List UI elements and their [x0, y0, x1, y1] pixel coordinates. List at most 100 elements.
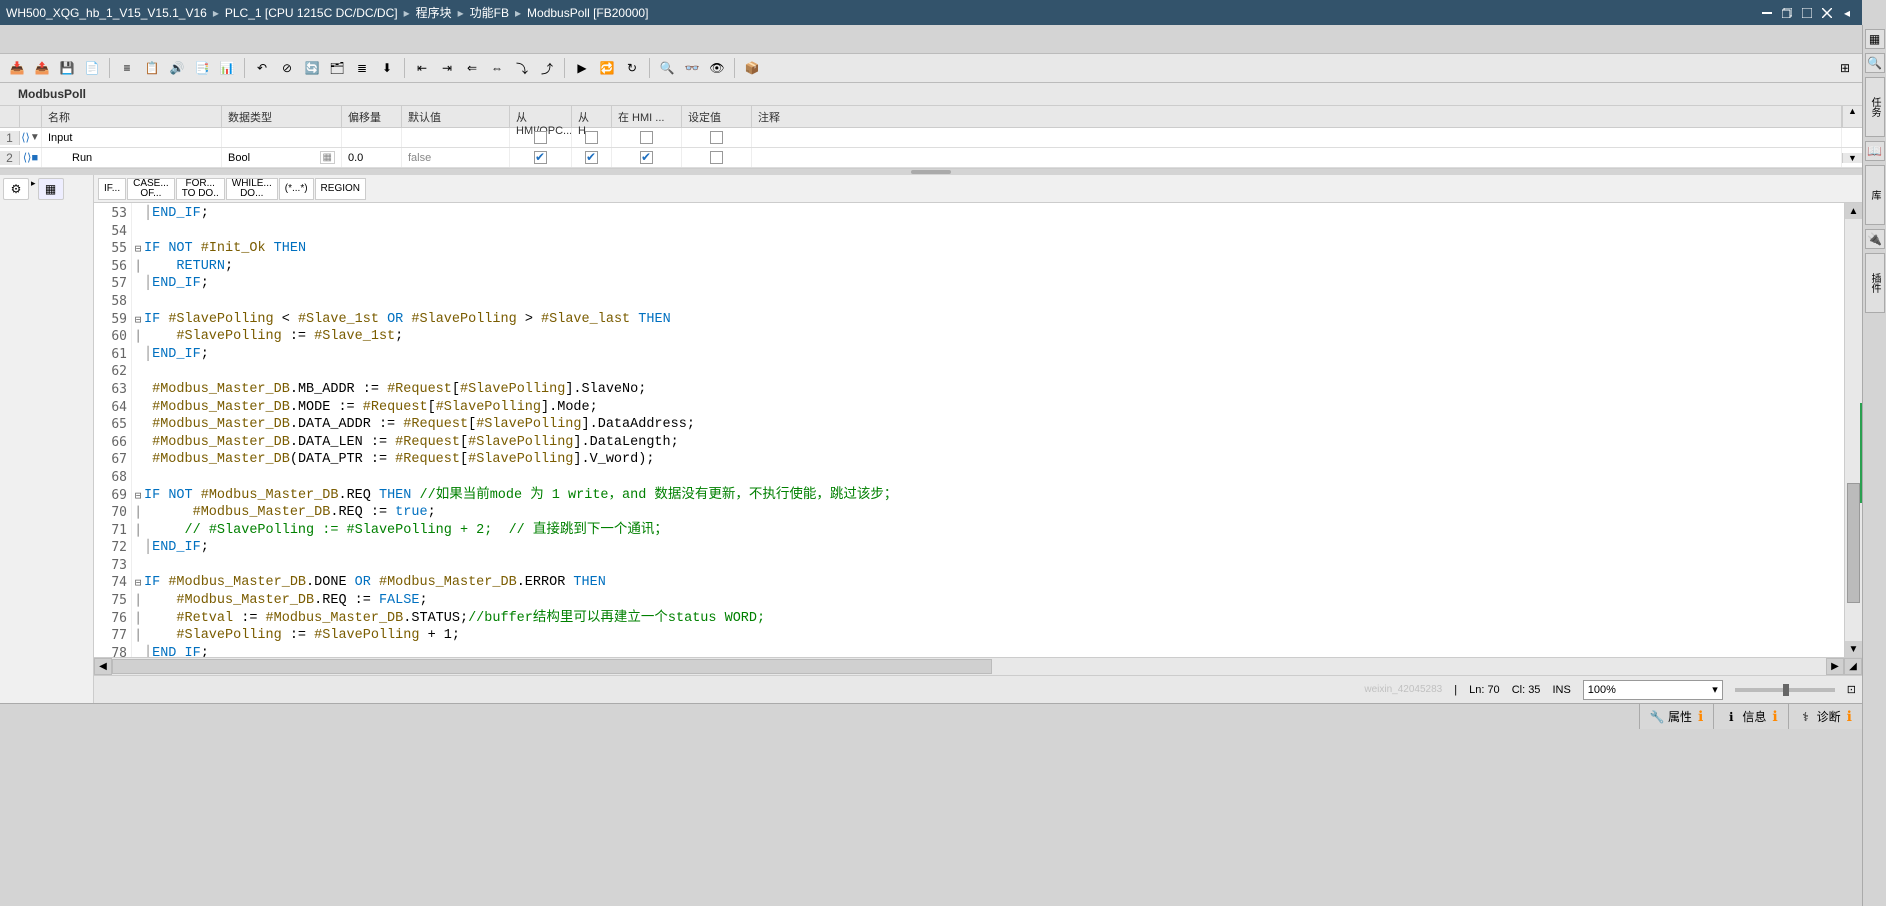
checkbox[interactable] [640, 151, 653, 164]
toolbar-btn-23[interactable]: 🔁 [596, 57, 618, 79]
keyword-snippet-button[interactable]: CASE...OF... [127, 178, 175, 200]
rail-book-icon[interactable]: 📖 [1865, 141, 1885, 161]
toolbar-btn-11[interactable]: ⊘ [276, 57, 298, 79]
toolbar-btn-25[interactable]: 🔍 [656, 57, 678, 79]
restore-button[interactable] [1778, 5, 1796, 21]
close-button[interactable] [1818, 5, 1836, 21]
col-offset[interactable]: 偏移量 [342, 106, 402, 127]
cell-name[interactable]: Input [42, 128, 222, 147]
keyword-snippet-button[interactable]: REGION [315, 178, 366, 200]
bottom-tab[interactable]: 🔧属性ℹ [1639, 704, 1713, 729]
keyword-snippet-button[interactable]: WHILE...DO... [226, 178, 278, 200]
rail-addins[interactable]: 插件 [1865, 253, 1885, 313]
toolbar-btn-14[interactable]: ≣ [351, 57, 373, 79]
checkbox[interactable] [585, 151, 598, 164]
rail-libraries[interactable]: 库 [1865, 165, 1885, 225]
toolbar-btn-pane[interactable]: ⊞ [1834, 57, 1856, 79]
toolbar-btn-27[interactable]: 👁 [706, 57, 728, 79]
toolbar-btn-18[interactable]: ⇐ [461, 57, 483, 79]
scroll-up-icon[interactable]: ▲ [1848, 106, 1857, 116]
col-comment[interactable]: 注释 [752, 106, 1842, 127]
toolbar-btn-26[interactable]: 👓 [681, 57, 703, 79]
horizontal-scrollbar[interactable]: ◀ ▶ ◢ [94, 657, 1862, 675]
toolbar-btn-9[interactable]: 📊 [216, 57, 238, 79]
toolbar-btn-15[interactable]: ⬇ [376, 57, 398, 79]
scroll-right-icon[interactable]: ▶ [1826, 658, 1844, 675]
row-icon: ⟨⟩■ [20, 148, 42, 167]
toolbar-btn-6[interactable]: 📋 [141, 57, 163, 79]
bottom-tab[interactable]: ⚕诊断ℹ [1788, 704, 1862, 729]
toolbar-btn-16[interactable]: ⇤ [411, 57, 433, 79]
toolbar-btn-13[interactable]: 🗂 [326, 57, 348, 79]
favorites-toggle-icon[interactable]: ⚙ [3, 178, 29, 200]
type-picker-icon[interactable]: ▦ [320, 151, 335, 164]
vertical-scrollbar[interactable]: ▲ ▼ [1844, 203, 1862, 657]
toolbar-btn-8[interactable]: 📑 [191, 57, 213, 79]
toolbar-btn-20[interactable]: ⤵ [511, 57, 533, 79]
checkbox[interactable] [710, 151, 723, 164]
checkbox[interactable] [710, 131, 723, 144]
col-hmi1[interactable]: 从 HMI/OPC... [510, 106, 572, 127]
scroll-down-icon[interactable]: ▼ [1848, 153, 1857, 163]
hscroll-thumb[interactable] [112, 659, 992, 674]
cell-comment[interactable] [752, 128, 1842, 147]
collapse-arrow-icon[interactable]: ◂ [1838, 5, 1856, 21]
cell-comment[interactable] [752, 148, 1842, 167]
col-type[interactable]: 数据类型 [222, 106, 342, 127]
cell-type[interactable] [222, 128, 342, 147]
toolbar-btn-17[interactable]: ⇥ [436, 57, 458, 79]
toolbar-btn-7[interactable]: 🔊 [166, 57, 188, 79]
col-default[interactable]: 默认值 [402, 106, 510, 127]
zoom-fit-icon[interactable]: ⊡ [1847, 683, 1856, 696]
col-name[interactable]: 名称 [42, 106, 222, 127]
scroll-down-icon[interactable]: ▼ [1845, 641, 1862, 657]
col-hmi2[interactable]: 从 H... [572, 106, 612, 127]
scroll-resize-icon[interactable]: ◢ [1844, 658, 1862, 675]
toolbar-btn-10[interactable]: ↶ [251, 57, 273, 79]
toolbar-btn-19[interactable]: ⇔ [486, 57, 508, 79]
toolbar-btn-21[interactable]: ⤴ [536, 57, 558, 79]
scroll-left-icon[interactable]: ◀ [94, 658, 112, 675]
favorites-block-icon[interactable]: ▦ [38, 178, 64, 200]
keyword-snippet-button[interactable]: IF... [98, 178, 126, 200]
zoom-slider[interactable] [1735, 688, 1835, 692]
checkbox[interactable] [534, 131, 547, 144]
checkbox[interactable] [640, 131, 653, 144]
maximize-button[interactable] [1798, 5, 1816, 21]
cell-offset[interactable] [342, 128, 402, 147]
cell-default[interactable]: false [402, 148, 510, 167]
checkbox[interactable] [534, 151, 547, 164]
cell-offset[interactable]: 0.0 [342, 148, 402, 167]
rail-tasks[interactable]: 任务 [1865, 77, 1885, 137]
keyword-snippet-button[interactable]: (*...*) [279, 178, 314, 200]
col-hmi3[interactable]: 在 HMI ... [612, 106, 682, 127]
toolbar-btn-3[interactable]: 💾 [56, 57, 78, 79]
code-editor[interactable]: │END_IF; IF NOT #Init_Ok THEN RETURN;│EN… [144, 203, 1844, 657]
col-set[interactable]: 设定值 [682, 106, 752, 127]
toolbar-btn-24[interactable]: ↻ [621, 57, 643, 79]
expand-icon[interactable]: ▼ [30, 132, 40, 143]
bottom-tab[interactable]: ℹ信息ℹ [1713, 704, 1787, 729]
checkbox[interactable] [585, 131, 598, 144]
rail-plugin-icon[interactable]: 🔌 [1865, 229, 1885, 249]
toolbar-btn-22[interactable]: ▶ [571, 57, 593, 79]
param-row[interactable]: 2 ⟨⟩■ Run Bool▦ 0.0 false ▼ [0, 148, 1862, 168]
rail-search-icon[interactable]: 🔍 [1865, 53, 1885, 73]
cell-name[interactable]: Run [42, 148, 222, 167]
toolbar-btn-4[interactable]: 📄 [81, 57, 103, 79]
fold-gutter[interactable]: ⊟│⊟│⊟││⊟│││ [132, 203, 144, 657]
toolbar-btn-28[interactable]: 📦 [741, 57, 763, 79]
param-row[interactable]: 1 ⟨⟩▼ Input [0, 128, 1862, 148]
cell-type[interactable]: Bool▦ [222, 148, 342, 167]
toolbar-btn-2[interactable]: 📤 [31, 57, 53, 79]
rail-top-icon[interactable]: ▦ [1865, 29, 1885, 49]
toolbar-btn-5[interactable]: ≡ [116, 57, 138, 79]
toolbar-btn-12[interactable]: 🔄 [301, 57, 323, 79]
scroll-up-icon[interactable]: ▲ [1845, 203, 1862, 219]
keyword-snippet-button[interactable]: FOR...TO DO.. [176, 178, 225, 200]
minimize-button[interactable] [1758, 5, 1776, 21]
toolbar-btn-1[interactable]: 📥 [6, 57, 28, 79]
zoom-combo[interactable]: 100%▾ [1583, 680, 1723, 700]
cell-default[interactable] [402, 128, 510, 147]
scroll-thumb[interactable] [1847, 483, 1860, 603]
